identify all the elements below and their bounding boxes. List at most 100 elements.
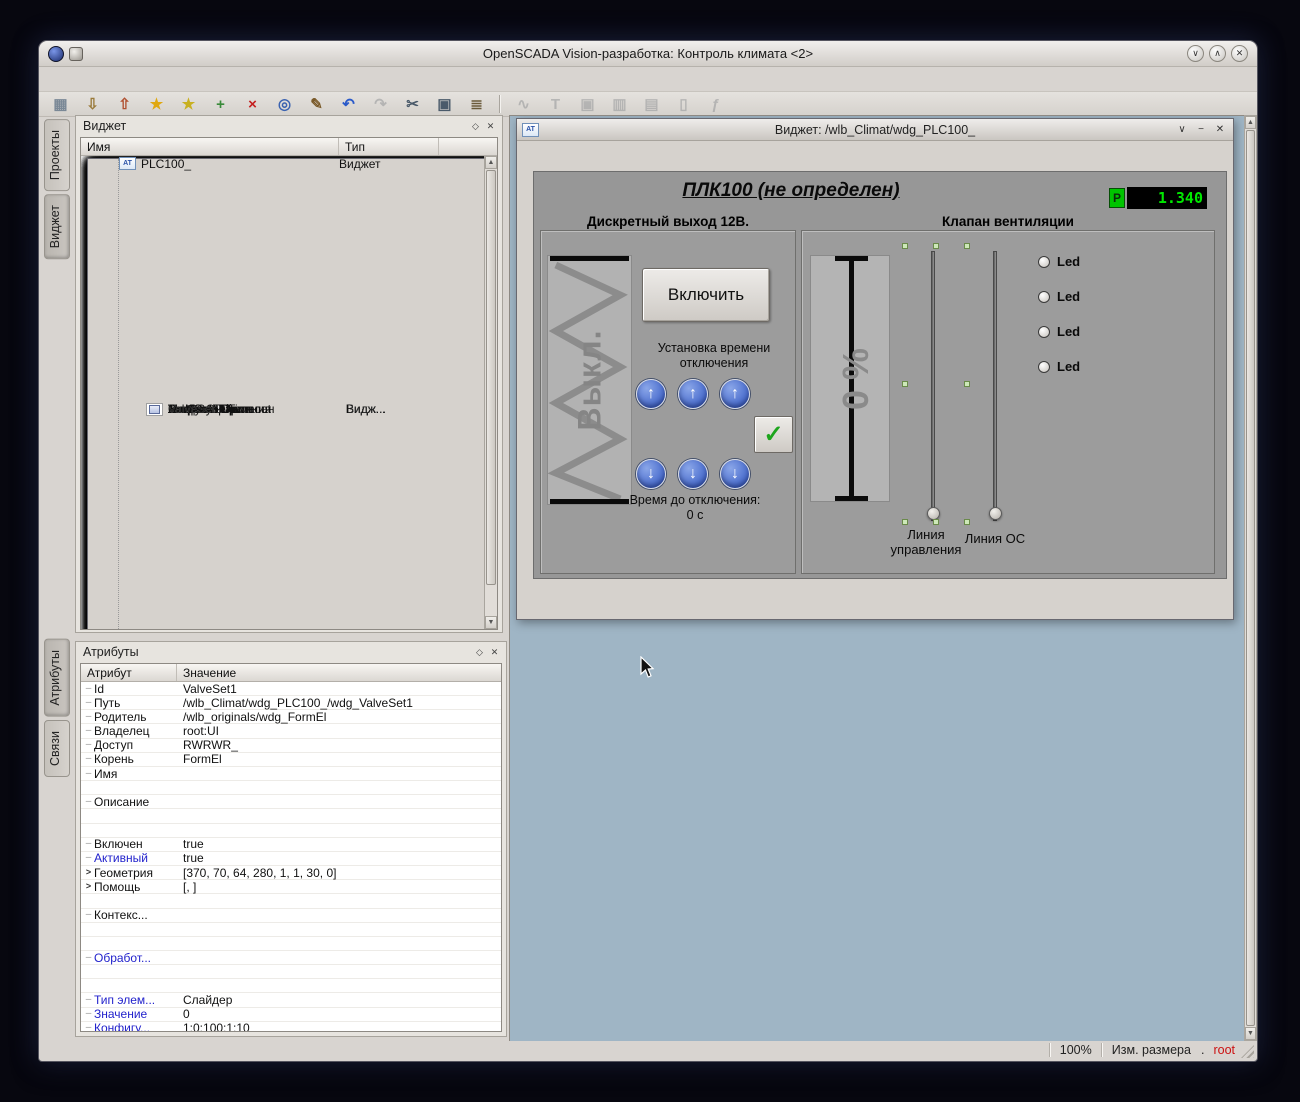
attr-expander-icon[interactable] (83, 1023, 94, 1031)
attr-expander-icon[interactable] (83, 839, 94, 849)
seconds-up-button[interactable]: ↑ (720, 379, 750, 409)
toolbar-diagram-button[interactable]: ▥ (608, 93, 631, 116)
attribute-row[interactable]: Обработ... (81, 951, 501, 965)
panel-float-button[interactable]: ◇ (468, 119, 483, 134)
tree-item[interactable] (87, 158, 484, 629)
attr-expander-icon[interactable] (83, 769, 94, 779)
attr-expander-icon[interactable] (83, 754, 94, 764)
attribute-row[interactable] (81, 923, 501, 937)
attribute-value[interactable]: 1:0:100:1:10 (180, 1021, 501, 1031)
toolbar-cut-button[interactable]: ✂ (401, 93, 424, 116)
selection-handle[interactable] (902, 243, 908, 249)
menu-view[interactable] (149, 76, 167, 82)
menu-help[interactable] (169, 76, 187, 82)
attribute-row[interactable] (81, 965, 501, 979)
menu-widget[interactable] (109, 76, 127, 82)
attr-column-name[interactable]: Атрибут (81, 664, 177, 681)
apply-time-button[interactable]: ✓ (754, 416, 793, 453)
attribute-row[interactable]: Значение 0 (81, 1008, 501, 1022)
attribute-row[interactable]: Конфигу... 1:0:100:1:10 (81, 1022, 501, 1031)
scroll-up-icon[interactable]: ▲ (1245, 116, 1256, 129)
power-on-button[interactable]: Включить (642, 268, 770, 322)
selection-handle[interactable] (964, 381, 970, 387)
attribute-row[interactable]: Доступ RWRWR_ (81, 739, 501, 753)
attribute-value[interactable]: Слайдер (180, 993, 501, 1007)
hours-down-button[interactable]: ↓ (636, 459, 666, 489)
toolbar-redo-button[interactable]: ↷ (369, 93, 392, 116)
selection-handle[interactable] (933, 243, 939, 249)
attribute-row[interactable]: Родитель /wlb_originals/wdg_FormEl (81, 710, 501, 724)
selection-handle[interactable] (964, 519, 970, 525)
attr-expander-icon[interactable] (83, 853, 94, 863)
menu-window[interactable] (129, 76, 147, 82)
toolbar-add-to-library-button[interactable]: + (209, 93, 232, 116)
close-button[interactable]: ✕ (1231, 45, 1248, 62)
attribute-row[interactable]: Владелец root:UI (81, 724, 501, 738)
menu-file[interactable] (49, 76, 67, 82)
scroll-thumb[interactable] (486, 170, 496, 585)
attribute-row[interactable] (81, 937, 501, 951)
control-slider-track[interactable] (931, 251, 935, 521)
tab-attributes[interactable]: Атрибуты (44, 639, 70, 717)
mdi-scrollbar[interactable]: ▲ ▼ (1244, 115, 1257, 1041)
attribute-row[interactable] (81, 781, 501, 795)
attr-expander-icon[interactable] (83, 868, 94, 877)
attribute-row[interactable]: Имя (81, 767, 501, 781)
attribute-row[interactable]: Геометрия [370, 70, 64, 280, 1, 1, 30, 0… (81, 866, 501, 880)
resize-grip[interactable] (1241, 1045, 1254, 1058)
tree-column-type[interactable]: Тип (339, 138, 439, 155)
selection-handle[interactable] (933, 519, 939, 525)
valve-percent-indicator[interactable]: 0 % (810, 255, 890, 502)
editor-shade-button[interactable]: ∨ (1174, 122, 1190, 138)
tree-column-name[interactable]: Имя (81, 138, 339, 155)
toolbar-document-button[interactable]: ▯ (672, 93, 695, 116)
attr-expander-icon[interactable] (83, 797, 94, 807)
attribute-value[interactable]: [, ] (180, 880, 501, 894)
attribute-row[interactable]: Тип элем... Слайдер (81, 993, 501, 1007)
toolbar-button[interactable] (499, 95, 501, 113)
selection-handle[interactable] (964, 243, 970, 249)
attribute-row[interactable] (81, 809, 501, 823)
selection-handle[interactable] (902, 519, 908, 525)
feedback-slider-handle[interactable] (989, 507, 1002, 520)
attribute-value[interactable]: true (180, 851, 501, 865)
toolbar-new-widget-button[interactable]: ★ (145, 93, 168, 116)
toolbar-load-button[interactable]: ▦ (49, 93, 72, 116)
led-indicator[interactable]: Led (1038, 255, 1080, 268)
attr-expander-icon[interactable] (83, 953, 94, 963)
attr-expander-icon[interactable] (83, 712, 94, 722)
attribute-row[interactable] (81, 979, 501, 993)
attribute-row[interactable]: Описание (81, 795, 501, 809)
attribute-value[interactable]: 0 (180, 1007, 501, 1021)
menu-qtstarter[interactable] (189, 76, 207, 82)
tab-links[interactable]: Связи (44, 720, 70, 777)
attr-column-value[interactable]: Значение (177, 664, 501, 681)
maximize-button[interactable]: ∧ (1209, 45, 1226, 62)
attr-expander-icon[interactable] (83, 740, 94, 750)
toolbar-copy-button[interactable]: ▣ (433, 93, 456, 116)
panel-close-button[interactable]: ✕ (487, 645, 502, 660)
menu-edit[interactable] (69, 76, 87, 82)
attribute-row[interactable]: Активный true (81, 852, 501, 866)
form-canvas[interactable]: ПЛК100 (не определен) P 1.340 Дискретный… (533, 171, 1227, 579)
attribute-row[interactable]: Корень FormEl (81, 753, 501, 767)
minimize-button[interactable]: ∨ (1187, 45, 1204, 62)
attr-expander-icon[interactable] (83, 726, 94, 736)
attr-expander-icon[interactable] (83, 1009, 94, 1019)
feedback-slider-track[interactable] (993, 251, 997, 521)
panel-close-button[interactable]: ✕ (483, 119, 498, 134)
attr-expander-icon[interactable] (83, 910, 94, 920)
attribute-row[interactable]: Путь /wlb_Climat/wdg_PLC100_/wdg_ValveSe… (81, 696, 501, 710)
titlebar[interactable]: OpenSCADA Vision-разработка: Контроль кл… (39, 41, 1257, 67)
toolbar-widget-properties-button[interactable]: ◎ (273, 93, 296, 116)
attribute-value[interactable]: /wlb_Climat/wdg_PLC100_/wdg_ValveSet1 (180, 696, 501, 710)
toolbar-undo-button[interactable]: ↶ (337, 93, 360, 116)
attribute-value[interactable]: ValveSet1 (180, 682, 501, 696)
attribute-value[interactable]: root:UI (180, 724, 501, 738)
hours-up-button[interactable]: ↑ (636, 379, 666, 409)
scroll-up-icon[interactable]: ▲ (485, 156, 497, 169)
toolbar-save-to-db-button[interactable]: ⇧ (113, 93, 136, 116)
toolbar-protocol-button[interactable]: ▤ (640, 93, 663, 116)
editor-titlebar[interactable]: AT Виджет: /wlb_Climat/wdg_PLC100_ ∨ − ✕ (517, 119, 1233, 141)
menu-project[interactable] (89, 76, 107, 82)
